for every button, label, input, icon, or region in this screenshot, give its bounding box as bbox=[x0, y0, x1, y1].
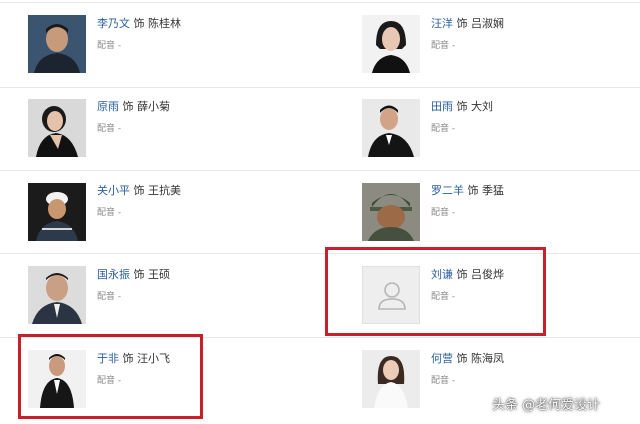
role-name: 季猛 bbox=[482, 184, 504, 197]
plays-as-label: 饰 bbox=[133, 268, 145, 281]
role-name: 陈海凤 bbox=[471, 352, 504, 365]
actor-name-link[interactable]: 何营 bbox=[431, 352, 453, 365]
actor-name-link[interactable]: 李乃文 bbox=[97, 17, 130, 30]
actor-photo[interactable] bbox=[362, 99, 420, 157]
actor-photo[interactable] bbox=[28, 183, 86, 241]
row-divider bbox=[0, 170, 640, 171]
role-name: 薛小菊 bbox=[137, 100, 170, 113]
role-name: 王抗美 bbox=[148, 184, 181, 197]
role-name: 陈桂林 bbox=[148, 17, 181, 30]
highlight-box bbox=[18, 334, 203, 419]
actor-photo[interactable] bbox=[362, 15, 420, 73]
plays-as-label: 饰 bbox=[456, 352, 468, 365]
actor-name-link[interactable]: 汪洋 bbox=[431, 17, 453, 30]
dubbing-label: 配音 - bbox=[97, 292, 122, 302]
role-name: 吕淑娴 bbox=[471, 17, 504, 30]
plays-as-label: 饰 bbox=[456, 17, 468, 30]
row-divider bbox=[0, 2, 640, 3]
dubbing-label: 配音 - bbox=[97, 41, 122, 51]
highlight-box bbox=[325, 247, 546, 336]
plays-as-label: 饰 bbox=[467, 184, 479, 197]
actor-photo[interactable] bbox=[28, 266, 86, 324]
plays-as-label: 饰 bbox=[133, 17, 145, 30]
actor-name-link[interactable]: 田雨 bbox=[431, 100, 453, 113]
dubbing-label: 配音 - bbox=[97, 208, 122, 218]
plays-as-label: 饰 bbox=[456, 100, 468, 113]
actor-photo[interactable] bbox=[28, 99, 86, 157]
plays-as-label: 饰 bbox=[122, 100, 134, 113]
role-name: 王硕 bbox=[148, 268, 170, 281]
dubbing-label: 配音 - bbox=[97, 124, 122, 134]
actor-name-link[interactable]: 原雨 bbox=[97, 100, 119, 113]
watermark: 头条 @老何爱设计 bbox=[492, 398, 601, 413]
plays-as-label: 饰 bbox=[133, 184, 145, 197]
actor-name-link[interactable]: 关小平 bbox=[97, 184, 130, 197]
actor-photo[interactable] bbox=[28, 15, 86, 73]
actor-photo[interactable] bbox=[362, 350, 420, 408]
role-name: 大刘 bbox=[471, 100, 493, 113]
dubbing-label: 配音 - bbox=[431, 124, 456, 134]
actor-photo[interactable] bbox=[362, 183, 420, 241]
dubbing-label: 配音 - bbox=[431, 208, 456, 218]
row-divider bbox=[0, 87, 640, 88]
dubbing-label: 配音 - bbox=[431, 41, 456, 51]
actor-name-link[interactable]: 国永振 bbox=[97, 268, 130, 281]
dubbing-label: 配音 - bbox=[431, 376, 456, 386]
actor-name-link[interactable]: 罗二羊 bbox=[431, 184, 464, 197]
